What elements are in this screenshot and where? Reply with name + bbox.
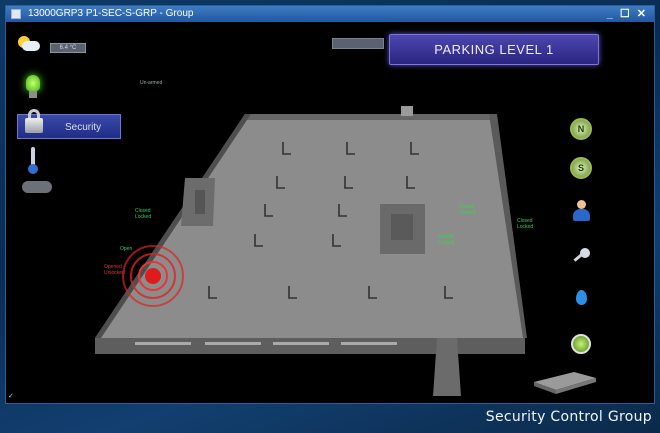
door-alarm-status: Opened Unlocked xyxy=(104,264,125,276)
cloud-icon[interactable] xyxy=(22,179,52,193)
title-bar: 13000GRP3 P1-SEC-S-GRP - Group _ ☐ ✕ xyxy=(6,6,654,22)
temperature-readout: 6.4 °C xyxy=(50,43,86,53)
door-status: Open xyxy=(120,246,133,252)
floor-plan xyxy=(95,106,527,396)
thermometer-icon[interactable] xyxy=(28,147,38,174)
building-icon[interactable] xyxy=(534,366,596,394)
water-drop-icon[interactable] xyxy=(570,288,592,310)
door-status: Closed Locked xyxy=(135,208,152,220)
corner-mark: ✓ xyxy=(8,393,14,400)
south-compass-icon[interactable]: S xyxy=(570,157,592,179)
north-compass-icon[interactable]: N xyxy=(570,118,592,140)
footer-caption: Security Control Group xyxy=(485,409,652,425)
partly-cloudy-icon xyxy=(18,36,40,52)
header-button[interactable] xyxy=(332,38,384,49)
arm-status: Un-armed xyxy=(140,80,163,86)
person-icon[interactable] xyxy=(570,200,592,222)
lightbulb-icon[interactable] xyxy=(24,75,42,99)
level-title[interactable]: PARKING LEVEL 1 xyxy=(389,34,599,65)
door-status: Closed Locked xyxy=(438,234,455,246)
padlock-icon[interactable] xyxy=(24,109,44,135)
window-controls[interactable]: _ ☐ ✕ xyxy=(607,6,648,22)
window-title: 13000GRP3 P1-SEC-S-GRP - Group xyxy=(28,8,194,19)
key-icon[interactable] xyxy=(570,246,592,268)
door-status: Closed Locked xyxy=(459,204,476,216)
door-status: Closed Locked xyxy=(517,218,534,230)
app-icon xyxy=(11,9,21,19)
clock-icon[interactable] xyxy=(570,333,592,355)
